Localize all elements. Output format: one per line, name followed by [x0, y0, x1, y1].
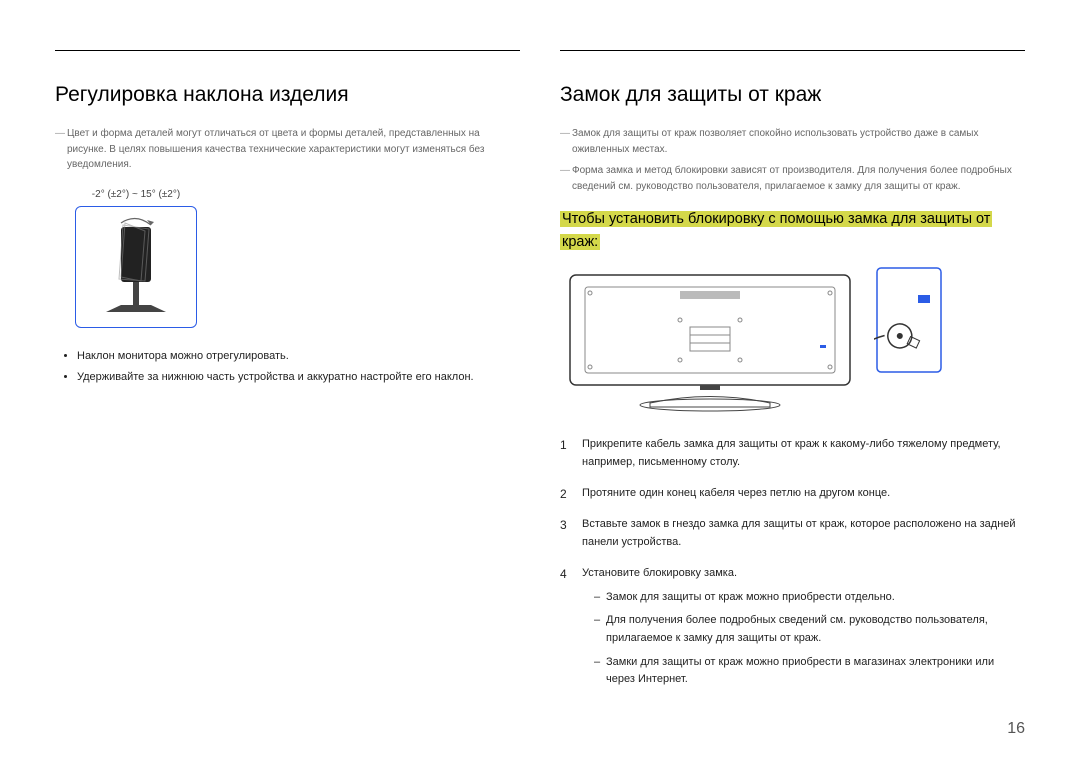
step-4-subnotes: Замок для защиты от краж можно приобрест… [582, 589, 1025, 689]
right-note-2: Форма замка и метод блокировки зависят о… [560, 163, 1025, 194]
tilt-range-label: -2° (±2°) ~ 15° (±2°) [61, 189, 211, 200]
subnote-1: Замок для защиты от краж можно приобрест… [594, 589, 1025, 607]
right-title: Замок для защиты от краж [560, 81, 1025, 108]
two-column-layout: Регулировка наклона изделия Цвет и форма… [55, 50, 1025, 693]
right-column: Замок для защиты от краж Замок для защит… [560, 50, 1025, 693]
subnote-3: Замки для защиты от краж можно приобрест… [594, 654, 1025, 689]
step-2: Протяните один конец кабеля через петлю … [560, 484, 1025, 503]
left-note-1: Цвет и форма деталей могут отличаться от… [55, 126, 520, 173]
monitor-back-illustration [560, 265, 860, 415]
step-4: Установите блокировку замка. Замок для з… [560, 564, 1025, 689]
page-number: 16 [1007, 720, 1025, 738]
step-4-text: Установите блокировку замка. [582, 567, 737, 579]
lock-figure [560, 265, 1025, 415]
left-bullet-list: Наклон монитора можно отрегулировать. Уд… [55, 346, 520, 388]
hl-line1: Чтобы установить блокировку с помощью за… [560, 211, 992, 227]
hl-line2: краж: [560, 234, 600, 250]
monitor-tilt-icon [91, 217, 181, 317]
tilt-figure: -2° (±2°) ~ 15° (±2°) [61, 189, 211, 328]
left-column: Регулировка наклона изделия Цвет и форма… [55, 50, 520, 693]
subnote-2: Для получения более подробных сведений с… [594, 612, 1025, 647]
lock-close-up-illustration [874, 265, 944, 375]
left-bullet-2: Удерживайте за нижнюю часть устройства и… [77, 367, 520, 388]
left-bullet-1: Наклон монитора можно отрегулировать. [77, 346, 520, 367]
right-note-1: Замок для защиты от краж позволяет споко… [560, 126, 1025, 157]
left-title: Регулировка наклона изделия [55, 81, 520, 108]
lock-procedure-heading: Чтобы установить блокировку с помощью за… [560, 208, 1025, 254]
top-rule-left [55, 50, 520, 51]
step-1: Прикрепите кабель замка для защиты от кр… [560, 435, 1025, 472]
lock-steps-list: Прикрепите кабель замка для защиты от кр… [560, 435, 1025, 689]
tilt-illustration-box [75, 206, 197, 328]
step-3: Вставьте замок в гнездо замка для защиты… [560, 515, 1025, 552]
top-rule-right [560, 50, 1025, 51]
manual-page: Регулировка наклона изделия Цвет и форма… [0, 0, 1080, 763]
